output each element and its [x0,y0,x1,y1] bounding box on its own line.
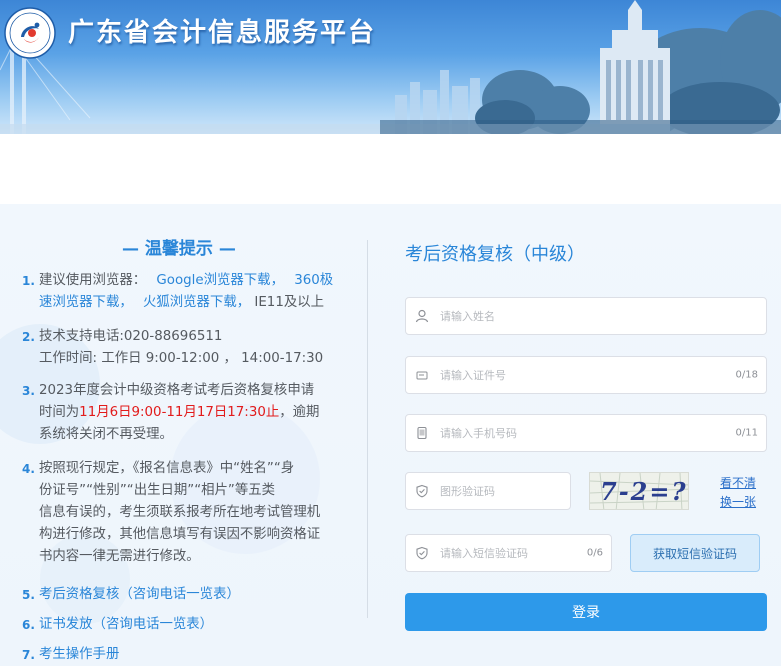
phone-char-count: 0/11 [735,427,758,439]
phone-input[interactable] [440,415,720,451]
tip-number: 2. [22,330,35,344]
name-input[interactable] [440,298,750,334]
360-browser-download-link-continued[interactable]: 速浏览器下载， [39,295,133,310]
tip-text: 构进行修改，其他信息填写有误因不影响资格证 [39,527,321,542]
tip-text: 份证号”“性别”“出生日期”“相片”等五类 [39,483,276,498]
captcha-field[interactable] [405,472,571,510]
work-hours-text: 工作时间: 工作日 9:00-12:00 ， 14:00-17:30 [39,351,324,366]
platform-logo [4,7,56,59]
sms-code-input[interactable] [440,535,570,571]
tip-text: 建议使用浏览器： [39,273,147,288]
header-banner: 广东省会计信息服务平台 [0,0,781,134]
google-browser-download-link[interactable]: Google浏览器下载， [156,273,284,288]
tip-number: 4. [22,462,35,476]
site-title: 广东省会计信息服务平台 [68,18,377,48]
support-phone-text: 技术支持电话:020-88696511 [39,329,223,344]
phone-field[interactable]: 0/11 [405,414,767,452]
tip-text: 按照现行规定，《报名信息表》中“姓名”“身 [39,461,295,476]
sms-code-char-count: 0/6 [586,547,603,559]
id-number-char-count: 0/18 [735,369,758,381]
tip-number: 6. [22,618,35,632]
id-number-input[interactable] [440,357,720,393]
tip-text: 2023年度会计中级资格考试考后资格复核申请 [39,383,315,398]
phone-icon [417,426,427,440]
captcha-input[interactable] [440,473,560,509]
user-icon [415,309,429,323]
tip-text: IE11及以上 [254,295,325,310]
name-field[interactable] [405,297,767,335]
tips-title: — 温馨提示 — [122,239,236,259]
shield-check-icon [416,546,428,560]
login-button[interactable]: 登录 [405,593,767,631]
form-title: 考后资格复核（中级） [405,244,585,265]
certificate-issue-link[interactable]: 证书发放（咨询电话一览表） [39,614,349,636]
tip-text: 系统将关闭不再受理。 [39,427,173,442]
captcha-refresh-link[interactable]: 换一张 [720,493,756,510]
user-manual-link[interactable]: 考生操作手册 [39,644,349,666]
tip-text: 时间为 [39,405,80,420]
column-divider [367,240,368,618]
tip-text: ，逾期 [279,405,320,420]
tip-number: 3. [22,384,35,398]
deadline-highlight: 11月6日9:00-11月17日17:30止 [79,405,280,420]
firefox-browser-download-link[interactable]: 火狐浏览器下载， [143,295,250,310]
id-number-field[interactable]: 0/18 [405,356,767,394]
sms-code-field[interactable]: 0/6 [405,534,612,572]
tip-number: 5. [22,588,35,602]
tip-number: 1. [22,274,35,288]
captcha-image[interactable]: 7-2=? [589,472,689,510]
360-browser-download-link[interactable]: 360极 [294,273,333,288]
shield-check-icon [416,484,428,498]
captcha-cant-see-link[interactable]: 看不清 [720,474,756,491]
review-contact-link[interactable]: 考后资格复核（咨询电话一览表） [39,584,349,606]
tip-number: 7. [22,648,35,662]
id-card-icon [416,371,428,380]
get-sms-code-button[interactable]: 获取短信验证码 [630,534,760,572]
captcha-text: 7-2=? [600,477,688,506]
tip-text: 信息有误的，考生须联系报考所在地考试管理机 [39,505,321,520]
tip-text: 书内容一律无需进行修改。 [39,549,200,564]
main-panel: — 温馨提示 — 1. 建议使用浏览器： Google浏览器下载， 360极 速… [0,204,781,666]
